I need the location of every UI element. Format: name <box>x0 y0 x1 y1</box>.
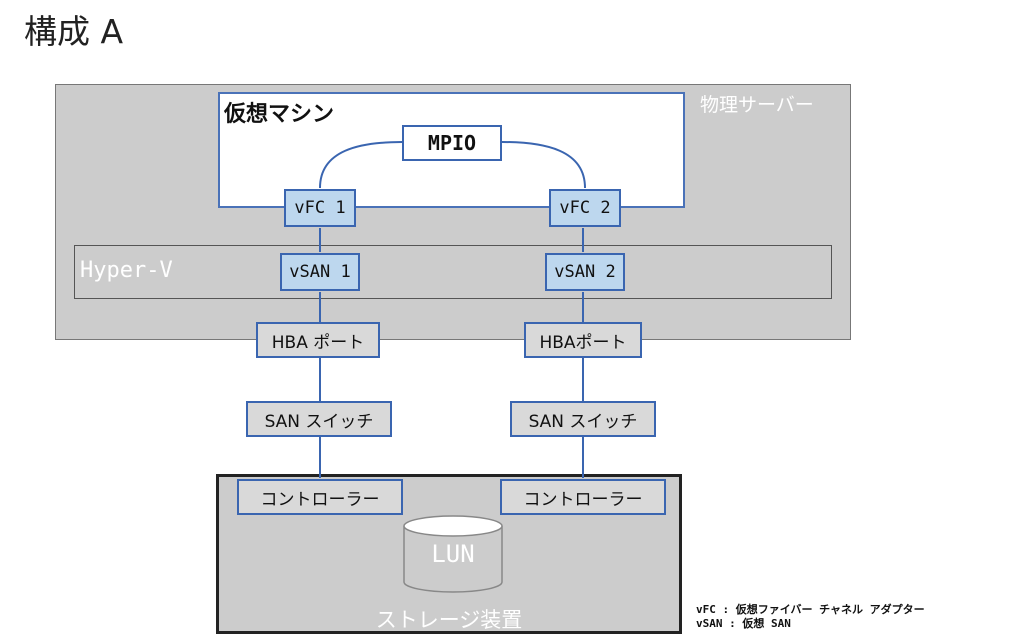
san-switch-2: SAN スイッチ <box>510 401 656 437</box>
mpio-link-right <box>501 141 586 189</box>
vsan2-box: vSAN 2 <box>545 253 625 291</box>
mpio-link-left <box>319 141 403 189</box>
lun-label: LUN <box>431 540 475 568</box>
vsan1-box: vSAN 1 <box>280 253 360 291</box>
vfc1-box: vFC 1 <box>284 189 356 227</box>
legend-vsan: vSAN : 仮想 SAN <box>696 617 791 630</box>
hba-port-1: HBA ポート <box>256 322 380 358</box>
vfc2-box: vFC 2 <box>549 189 621 227</box>
san-switch-1: SAN スイッチ <box>246 401 392 437</box>
controller-2: コントローラー <box>500 479 666 515</box>
connection-lines <box>319 141 586 593</box>
storage-device-label: ストレージ装置 <box>375 608 523 632</box>
mpio-box: MPIO <box>402 125 502 161</box>
controller-1: コントローラー <box>237 479 403 515</box>
hba-port-2: HBAポート <box>524 322 642 358</box>
